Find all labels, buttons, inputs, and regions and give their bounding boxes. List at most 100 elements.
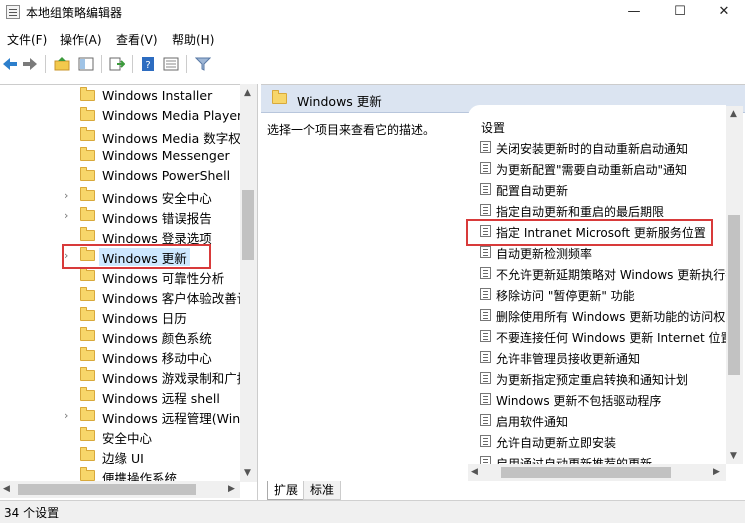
details-title: Windows 更新 — [297, 94, 382, 109]
settings-scroll-thumb[interactable] — [728, 215, 740, 375]
tree-item[interactable]: Windows 游戏录制和广播 — [0, 366, 240, 386]
tree-item[interactable]: Windows 远程 shell — [0, 386, 240, 406]
tab-extended[interactable]: 扩展 — [267, 481, 306, 500]
minimize-button[interactable]: — — [611, 0, 657, 26]
policy-setting-icon — [480, 414, 491, 426]
tree-item[interactable]: › Windows 错误报告 — [0, 206, 240, 226]
tab-standard[interactable]: 标准 — [303, 481, 342, 500]
tree-item[interactable]: Windows Installer — [0, 86, 240, 106]
tree-item[interactable]: Windows Media 数字权限管理 — [0, 126, 240, 146]
tree-item-label: Windows 远程 shell — [102, 391, 220, 406]
tree-item-label: Windows 颜色系统 — [102, 331, 212, 346]
policy-setting-icon — [480, 309, 491, 321]
properties-icon[interactable] — [161, 54, 181, 74]
back-arrow-icon[interactable] — [0, 54, 20, 74]
policy-setting-icon — [480, 183, 491, 195]
tree-vertical-scrollbar[interactable] — [240, 84, 257, 482]
show-hide-tree-icon[interactable] — [76, 54, 96, 74]
tree-item-label: Windows 远程管理(WinRM) — [102, 411, 240, 426]
tree-item[interactable]: Windows 客户体验改善计划 — [0, 286, 240, 306]
setting-label: 删除使用所有 Windows 更新功能的访问权限 — [496, 310, 727, 324]
scroll-up-icon[interactable]: ▲ — [244, 88, 251, 98]
scroll-down-icon[interactable]: ▼ — [244, 468, 251, 478]
setting-item[interactable]: 为更新配置"需要自动重新启动"通知 — [477, 158, 727, 179]
tree-item-label: 边缘 UI — [102, 451, 144, 466]
menu-help[interactable]: 帮助(H) — [172, 31, 214, 48]
folder-icon — [80, 467, 95, 481]
setting-label: 关闭安装更新时的自动重新启动通知 — [496, 142, 689, 156]
tree-item[interactable]: Windows PowerShell — [0, 166, 240, 186]
setting-label: 自动更新检测频率 — [496, 247, 593, 261]
export-list-icon[interactable] — [107, 54, 127, 74]
setting-item[interactable]: 删除使用所有 Windows 更新功能的访问权限 — [477, 305, 727, 326]
setting-item[interactable]: 允许非管理员接收更新通知 — [477, 347, 727, 368]
folder-icon — [80, 107, 95, 121]
scroll-left-icon[interactable]: ◀ — [471, 467, 478, 477]
scroll-left-icon[interactable]: ◀ — [3, 484, 10, 494]
scroll-down-icon[interactable]: ▼ — [730, 451, 737, 461]
highlighted-setting-box — [466, 219, 713, 246]
close-button[interactable]: ✕ — [701, 0, 745, 26]
tree-item-label: Windows Installer — [102, 88, 213, 103]
folder-icon — [80, 147, 95, 161]
menu-view[interactable]: 查看(V) — [116, 31, 158, 48]
tree-item-label: Windows 日历 — [102, 311, 187, 326]
tree-item[interactable]: 安全中心 — [0, 426, 240, 446]
chevron-right-icon[interactable]: › — [64, 189, 74, 202]
menu-file[interactable]: 文件(F) — [7, 31, 47, 48]
scroll-right-icon[interactable]: ▶ — [228, 484, 235, 494]
settings-column-header[interactable]: 设置 — [481, 119, 505, 136]
tree-item-label: Windows 移动中心 — [102, 351, 212, 366]
setting-item[interactable]: 不允许更新延期策略对 Windows 更新执行扫描 — [477, 263, 727, 284]
tree-item[interactable]: › Windows 安全中心 — [0, 186, 240, 206]
forward-arrow-icon[interactable] — [20, 54, 40, 74]
tree-scroll-thumb[interactable] — [242, 190, 254, 260]
setting-label: 不允许更新延期策略对 Windows 更新执行扫描 — [496, 268, 727, 282]
tree-item-label: Windows Messenger — [102, 148, 230, 163]
tree-item-label: Windows 错误报告 — [102, 211, 212, 226]
tree-item-label: Windows 安全中心 — [102, 191, 212, 206]
policy-setting-icon — [480, 330, 491, 342]
tree-item[interactable]: Windows 日历 — [0, 306, 240, 326]
filter-icon[interactable] — [193, 54, 213, 74]
setting-item[interactable]: 指定自动更新和重启的最后期限 — [477, 200, 727, 221]
policy-setting-icon — [480, 162, 491, 174]
help-icon[interactable]: ? — [138, 54, 158, 74]
setting-item[interactable]: 配置自动更新 — [477, 179, 727, 200]
folder-icon — [80, 267, 95, 281]
scroll-right-icon[interactable]: ▶ — [713, 467, 720, 477]
folder-icon — [80, 307, 95, 321]
setting-item[interactable]: 不要连接任何 Windows 更新 Internet 位置 — [477, 326, 727, 347]
setting-label: 配置自动更新 — [496, 184, 569, 198]
tree-item-label: Windows Media 数字权限管理 — [102, 131, 240, 146]
tree-hscroll-thumb[interactable] — [18, 484, 196, 495]
setting-item[interactable]: 允许自动更新立即安装 — [477, 431, 727, 452]
setting-item[interactable]: 启用软件通知 — [477, 410, 727, 431]
setting-item[interactable]: 关闭安装更新时的自动重新启动通知 — [477, 137, 727, 158]
toolbar-separator — [132, 55, 133, 73]
tree-item[interactable]: › Windows 远程管理(WinRM) — [0, 406, 240, 426]
settings-hscroll-thumb[interactable] — [501, 467, 671, 478]
folder-icon — [80, 447, 95, 461]
setting-item[interactable]: 移除访问 "暂停更新" 功能 — [477, 284, 727, 305]
tree-item[interactable]: Windows 登录选项 — [0, 226, 240, 246]
menu-bar: 文件(F) 操作(A) 查看(V) 帮助(H) — [0, 28, 745, 48]
menu-action[interactable]: 操作(A) — [60, 31, 102, 48]
tree-item[interactable]: Windows 移动中心 — [0, 346, 240, 366]
tree-item[interactable]: Windows 可靠性分析 — [0, 266, 240, 286]
toolbar-separator — [186, 55, 187, 73]
tree-item[interactable]: 边缘 UI — [0, 446, 240, 466]
tree-item[interactable]: Windows 颜色系统 — [0, 326, 240, 346]
folder-icon — [80, 407, 95, 421]
chevron-right-icon[interactable]: › — [64, 409, 74, 422]
tree-item[interactable]: Windows Messenger — [0, 146, 240, 166]
up-folder-icon[interactable] — [52, 54, 72, 74]
setting-item[interactable]: Windows 更新不包括驱动程序 — [477, 389, 727, 410]
tree-item-label: Windows PowerShell — [102, 168, 231, 183]
setting-label: 允许自动更新立即安装 — [496, 436, 617, 450]
chevron-right-icon[interactable]: › — [64, 209, 74, 222]
maximize-button[interactable]: ☐ — [657, 0, 703, 26]
setting-item[interactable]: 为更新指定预定重启转换和通知计划 — [477, 368, 727, 389]
scroll-up-icon[interactable]: ▲ — [730, 109, 737, 119]
tree-item[interactable]: Windows Media Player — [0, 106, 240, 126]
